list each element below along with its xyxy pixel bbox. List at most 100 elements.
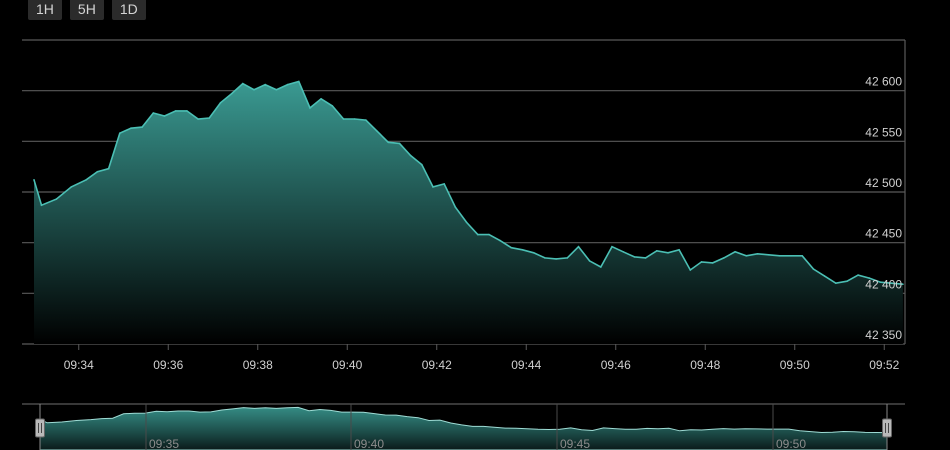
data-point <box>365 119 367 121</box>
x-tick-label: 09:36 <box>153 358 183 372</box>
data-point <box>421 163 423 166</box>
data-point <box>454 206 457 208</box>
data-point <box>622 251 624 253</box>
y-tick-label: 42 450 <box>865 227 902 241</box>
data-point <box>767 254 770 256</box>
y-tick-label: 42 350 <box>865 328 902 342</box>
data-point <box>298 80 300 83</box>
data-point <box>275 88 278 91</box>
data-point <box>96 170 99 173</box>
x-tick-label: 09:40 <box>332 358 362 372</box>
data-point <box>790 255 792 257</box>
y-tick-label: 42 400 <box>865 277 902 291</box>
data-point <box>331 105 334 107</box>
data-point <box>711 262 714 264</box>
data-point <box>242 82 244 85</box>
data-point <box>107 167 110 170</box>
data-point <box>566 257 569 259</box>
navigator-label: 09:50 <box>776 437 806 450</box>
data-point <box>432 186 434 188</box>
x-tick-label: 09:44 <box>511 358 541 372</box>
data-point <box>70 186 73 188</box>
data-point <box>174 110 177 112</box>
data-point <box>40 204 43 206</box>
data-point <box>812 268 815 270</box>
data-point <box>443 183 446 185</box>
data-point <box>163 115 166 117</box>
x-axis: 09:34 09:36 09:38 09:40 09:42 09:44 09:46 09:48… <box>64 344 900 372</box>
data-point <box>376 130 378 132</box>
data-point <box>286 83 289 86</box>
data-point <box>55 198 58 200</box>
data-point <box>678 249 680 251</box>
series-area <box>34 81 903 344</box>
data-point <box>644 257 647 259</box>
data-point <box>723 257 725 259</box>
data-point <box>477 233 479 236</box>
data-point <box>555 258 557 260</box>
data-point <box>398 142 401 145</box>
data-point <box>846 280 848 283</box>
data-point <box>633 256 636 258</box>
x-tick-label: 09:34 <box>64 358 94 372</box>
data-point <box>488 233 490 236</box>
data-point <box>756 253 759 255</box>
x-tick-label: 09:42 <box>422 358 452 372</box>
x-tick-label: 09:38 <box>243 358 273 372</box>
data-point <box>588 260 591 262</box>
navigator-label: 09:35 <box>149 437 179 450</box>
data-point <box>219 102 222 104</box>
x-tick-label: 09:52 <box>869 358 899 372</box>
data-point <box>779 255 781 257</box>
data-point <box>611 245 613 248</box>
data-point <box>409 154 412 157</box>
data-point <box>857 274 859 276</box>
data-point <box>577 245 580 248</box>
data-point <box>342 118 345 120</box>
data-point <box>689 269 692 271</box>
data-point <box>230 92 233 95</box>
data-point <box>152 112 155 114</box>
data-point <box>387 141 390 144</box>
navigator-handle-right[interactable] <box>882 418 892 438</box>
data-point <box>309 107 311 109</box>
data-point <box>835 282 837 285</box>
data-point <box>499 239 501 242</box>
y-tick-label: 42 500 <box>865 176 902 190</box>
y-tick-label: 42 600 <box>865 75 902 89</box>
data-point <box>745 255 748 257</box>
data-point <box>600 266 602 268</box>
data-point <box>465 221 468 224</box>
data-point <box>197 118 199 120</box>
data-point <box>801 255 803 257</box>
data-point <box>521 249 524 251</box>
data-point <box>532 252 535 254</box>
price-chart: 42 350 42 400 42 450 42 500 42 550 42 600 09:… <box>22 39 906 450</box>
data-point <box>33 179 35 181</box>
data-point <box>656 250 658 252</box>
data-point <box>320 98 322 100</box>
y-tick-label: 42 550 <box>865 125 902 139</box>
navigator-label: 09:40 <box>354 437 384 450</box>
data-point <box>253 88 255 91</box>
data-point <box>700 261 703 263</box>
data-point <box>544 257 546 259</box>
x-tick-label: 09:50 <box>780 358 810 372</box>
data-point <box>85 179 87 181</box>
navigator[interactable]: 09:35 09:40 09:45 09:50 <box>22 403 905 450</box>
data-point <box>186 110 188 112</box>
x-tick-label: 09:48 <box>690 358 720 372</box>
navigator-label: 09:45 <box>560 437 590 450</box>
data-point <box>823 275 826 277</box>
data-point <box>734 251 736 253</box>
navigator-handle-left[interactable] <box>35 418 45 438</box>
data-point <box>141 126 143 128</box>
x-tick-label: 09:46 <box>601 358 631 372</box>
data-point <box>130 127 132 129</box>
data-point <box>667 252 669 254</box>
data-series <box>33 80 904 344</box>
data-point <box>510 246 513 249</box>
data-point <box>264 83 267 86</box>
data-point <box>119 132 121 134</box>
data-point <box>208 117 211 119</box>
